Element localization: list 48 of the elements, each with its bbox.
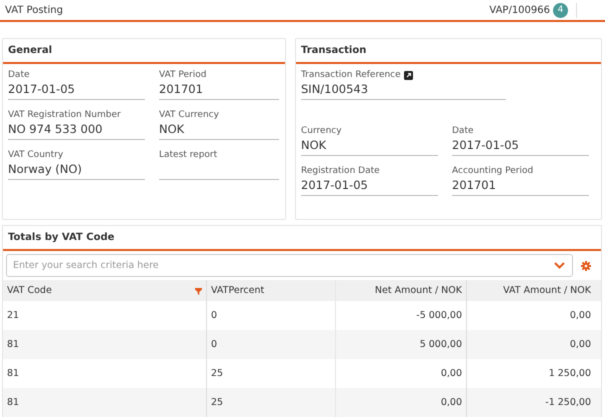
input-field[interactable]: 201701 <box>452 176 589 196</box>
input-field[interactable]: NO 974 533 000 <box>8 120 145 140</box>
field-label: VAT Country <box>8 150 64 160</box>
field-label: VAT Registration Number <box>8 110 122 120</box>
table-cell: 81 <box>3 330 206 359</box>
field-label: Date <box>8 70 31 80</box>
input-field[interactable]: 2017-01-05 <box>301 176 438 196</box>
table-cell: 0 <box>206 330 336 359</box>
input-field[interactable]: NOK <box>301 136 438 156</box>
field-label: VAT Currency <box>159 110 220 120</box>
settings-icon[interactable] <box>581 260 591 270</box>
table-cell: 0,00 <box>466 330 601 359</box>
input-field[interactable]: SIN/100543 <box>301 80 506 100</box>
panel-title: Totals by VAT Code <box>3 226 601 251</box>
column-header[interactable]: VATPercent <box>206 280 336 301</box>
field-label: Latest report <box>159 150 218 160</box>
table-cell: 25 <box>206 359 336 388</box>
table-cell: 0,00 <box>466 301 601 330</box>
field-label: Currency <box>301 126 343 136</box>
field-label: VAT Period <box>159 70 208 80</box>
chevron-down-icon[interactable] <box>554 262 565 269</box>
field-label: Transaction Reference <box>301 70 401 80</box>
input-field[interactable]: 201701 <box>159 80 279 100</box>
table-cell: 0 <box>206 301 336 330</box>
input-field[interactable]: Norway (NO) <box>8 160 145 180</box>
table-cell: -1 250,00 <box>466 388 601 417</box>
input-field[interactable]: NOK <box>159 120 279 140</box>
search-field[interactable]: Enter your search criteria here <box>6 254 573 277</box>
table-cell: 25 <box>206 388 336 417</box>
table-cell: 0,00 <box>336 388 466 417</box>
count-badge: 4 <box>553 2 568 18</box>
field-label: Accounting Period <box>452 166 534 176</box>
page-title: VAT Posting <box>5 4 63 16</box>
input-field[interactable]: 2017-01-05 <box>452 136 589 156</box>
card-title: Transaction <box>296 39 601 64</box>
filter-icon[interactable] <box>195 288 202 295</box>
column-header[interactable]: VAT Code <box>3 280 206 301</box>
table-cell: 81 <box>3 388 206 417</box>
column-header[interactable]: VAT Amount / NOK <box>466 280 601 301</box>
column-header[interactable]: Net Amount / NOK <box>336 280 466 301</box>
field-label: Registration Date <box>301 166 381 176</box>
table-cell: 5 000,00 <box>336 330 466 359</box>
external-link-icon[interactable] <box>404 70 413 80</box>
input-field[interactable]: 2017-01-05 <box>8 80 145 100</box>
table-cell: 1 250,00 <box>466 359 601 388</box>
posting-number: VAP/100966 <box>489 4 550 16</box>
card-title: General <box>3 39 285 64</box>
field-label: Date <box>452 126 475 136</box>
